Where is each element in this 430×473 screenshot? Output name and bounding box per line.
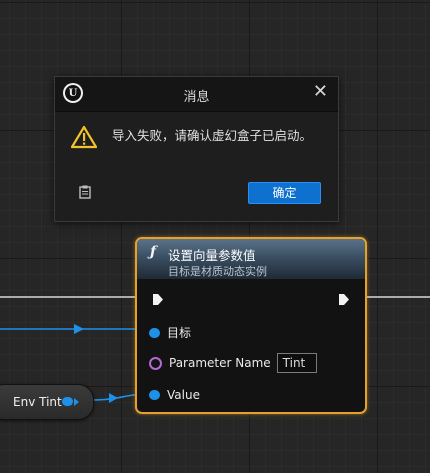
target-wire-arrow	[74, 324, 84, 334]
node-title: 设置向量参数值	[168, 248, 256, 263]
clipboard-icon[interactable]	[79, 185, 91, 199]
value-pin-row: Value	[149, 388, 200, 402]
parameter-name-pin[interactable]	[149, 356, 162, 370]
target-pin-row: 目标	[149, 324, 191, 341]
function-icon: ƒ	[150, 244, 157, 260]
set-vector-parameter-node[interactable]: ƒ 设置向量参数值 目标是材质动态实例 目标 Parameter Name Ti…	[135, 237, 367, 414]
env-tint-variable-node[interactable]: Env Tint	[0, 384, 94, 420]
value-wire-arrow	[109, 393, 118, 403]
target-pin-label: 目标	[167, 326, 192, 340]
node-header[interactable]: ƒ 设置向量参数值 目标是材质动态实例	[137, 239, 365, 279]
value-pin[interactable]	[149, 390, 160, 400]
env-tint-pin-arrow-icon	[74, 398, 79, 406]
message-dialog: U 消息 ✕ 导入失败，请确认虚幻盒子已启动。 确定	[54, 76, 339, 222]
close-icon[interactable]: ✕	[313, 81, 328, 102]
parameter-name-pin-row: Parameter Name Tint	[149, 353, 317, 373]
node-subtitle: 目标是材质动态实例	[168, 265, 267, 278]
parameter-name-input[interactable]: Tint	[276, 353, 317, 373]
env-tint-label: Env Tint	[13, 395, 62, 409]
dialog-message: 导入失败，请确认虚幻盒子已启动。	[112, 128, 313, 143]
value-pin-label: Value	[167, 388, 200, 402]
env-tint-output-pin[interactable]	[62, 397, 73, 406]
exec-output-pin-icon[interactable]	[338, 293, 350, 306]
warning-icon	[71, 125, 97, 149]
target-pin[interactable]	[149, 327, 160, 338]
parameter-name-label: Parameter Name	[169, 356, 271, 370]
ok-button[interactable]: 确定	[248, 182, 321, 204]
dialog-title: 消息	[183, 90, 210, 105]
exec-input-pin-icon[interactable]	[152, 293, 164, 306]
dialog-titlebar[interactable]: U 消息 ✕	[55, 77, 338, 112]
